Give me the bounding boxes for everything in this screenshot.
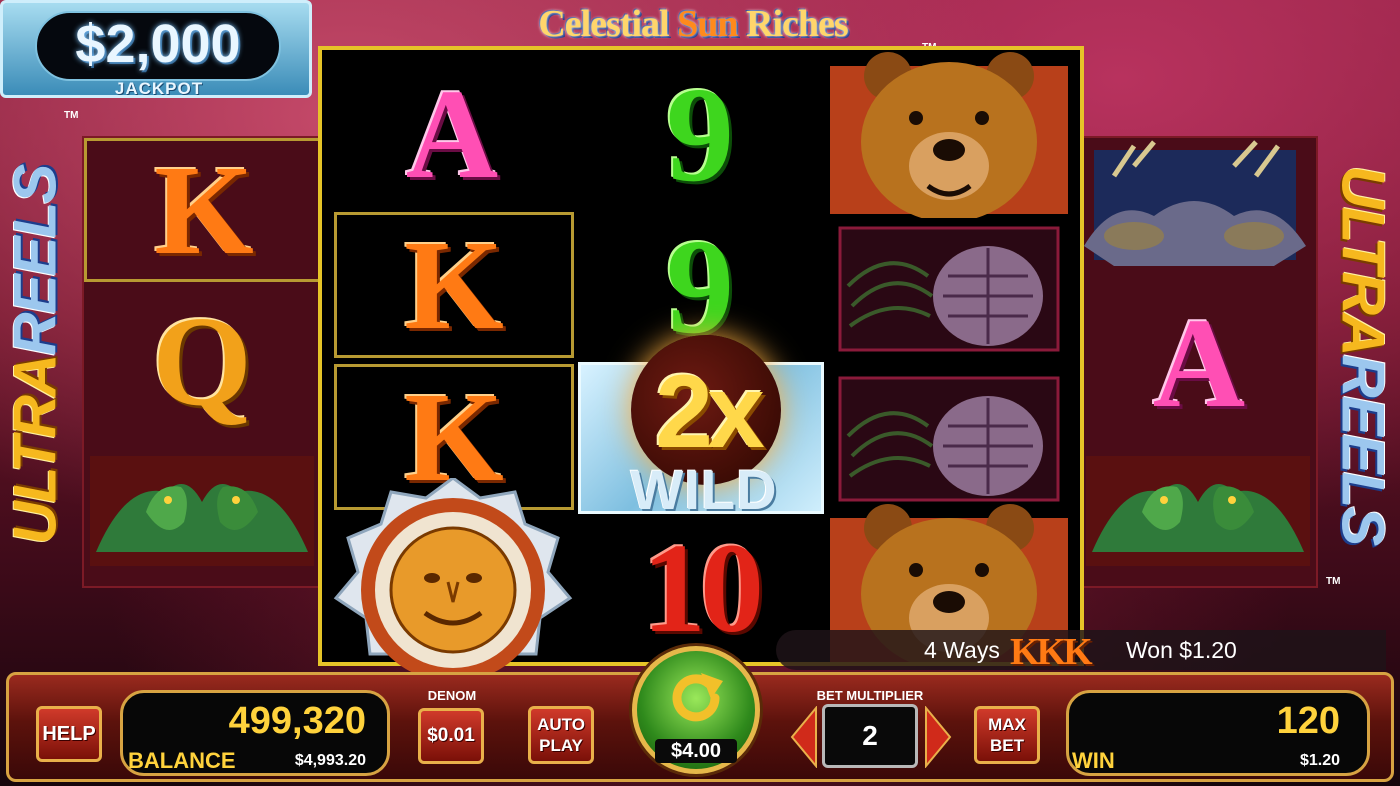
pinecone-symbol	[838, 226, 1060, 352]
win-message-banner: 4 Ways KKK Won $1.20	[776, 630, 1386, 673]
ultra-reels-logo-right: ULTRAREELS	[1329, 120, 1397, 590]
bet-increase-arrow-icon[interactable]	[924, 706, 952, 768]
reels-word: REELS	[1, 165, 69, 356]
win-ways-count: 4 Ways	[924, 637, 1000, 663]
denom-label: DENOM	[427, 688, 477, 703]
balance-credits: 499,320	[228, 700, 366, 742]
win-dollars: $1.20	[1299, 752, 1340, 769]
refresh-arrow-icon	[672, 673, 723, 722]
symbol-k: K	[154, 139, 254, 281]
title-word-sun: Sun	[677, 3, 738, 45]
bear-symbol	[828, 46, 1070, 218]
ultra-reels-trademark-left: TM	[64, 110, 79, 121]
ultra-word: ULTRA	[1, 355, 69, 545]
eagle-symbol-left	[86, 452, 318, 570]
win-amount-text: Won $1.20	[1126, 637, 1237, 663]
max-bet-line1: MAX	[988, 715, 1026, 734]
symbol-9: 9	[666, 60, 734, 210]
bet-multiplier-label: BET MULTIPLIER	[816, 688, 924, 703]
symbol-10: 10	[642, 517, 764, 659]
ultra-reels-logo-left: ULTRAREELS	[1, 120, 69, 590]
bet-decrease-arrow-icon[interactable]	[790, 706, 818, 768]
win-symbols: KKK	[1010, 631, 1093, 673]
ultra-word: ULTRA	[1329, 165, 1397, 355]
reel-symbol-a: A	[336, 60, 568, 208]
symbol-a: A	[1152, 292, 1246, 434]
game-title: Celestial Sun Riches	[458, 2, 928, 48]
bet-multiplier-value: 2	[822, 704, 918, 768]
reel-symbol-k: K	[84, 138, 324, 282]
symbol-a: A	[405, 63, 499, 205]
spin-cost: $4.00	[655, 739, 737, 763]
auto-play-button[interactable]: AUTO PLAY	[528, 706, 594, 764]
eagle-symbol-right	[1082, 452, 1314, 570]
spin-button[interactable]: $4.00	[632, 646, 760, 774]
jackpot-label: JACKPOT	[114, 79, 204, 98]
denom-button[interactable]: $0.01	[418, 708, 484, 764]
elk-symbol	[1074, 136, 1314, 278]
auto-play-line2: PLAY	[539, 736, 583, 755]
auto-play-line1: AUTO	[537, 715, 585, 734]
win-label: WIN	[1072, 748, 1115, 773]
balance-label: BALANCE	[128, 748, 236, 773]
wild-2x-symbol: 2x WILD	[578, 335, 824, 521]
wild-multiplier: 2x	[655, 354, 765, 470]
reel-symbol-k-winning: K	[334, 212, 574, 358]
jackpot-amount: $2,000	[75, 14, 241, 74]
jackpot-display: $2,000 JACKPOT	[0, 0, 312, 98]
pinecone-symbol	[838, 376, 1060, 502]
wild-label: WILD	[630, 458, 778, 521]
symbol-q: Q	[152, 290, 252, 432]
ultra-reels-trademark-right: TM	[1326, 576, 1341, 587]
reel-symbol-9: 9	[582, 60, 818, 210]
title-word-riches: Riches	[737, 3, 849, 45]
win-credits: 120	[1276, 700, 1340, 742]
help-button[interactable]: HELP	[36, 706, 102, 762]
max-bet-button[interactable]: MAX BET	[974, 706, 1040, 764]
reel-symbol-q: Q	[84, 286, 320, 436]
balance-dollars: $4,993.20	[294, 752, 366, 769]
symbol-k: K	[404, 214, 504, 356]
title-word-celestial: Celestial	[538, 3, 678, 45]
reel-symbol-a-right: A	[1082, 288, 1316, 438]
max-bet-line2: BET	[990, 736, 1024, 755]
reels-word: REELS	[1329, 354, 1397, 545]
sun-bonus-symbol	[330, 476, 576, 682]
